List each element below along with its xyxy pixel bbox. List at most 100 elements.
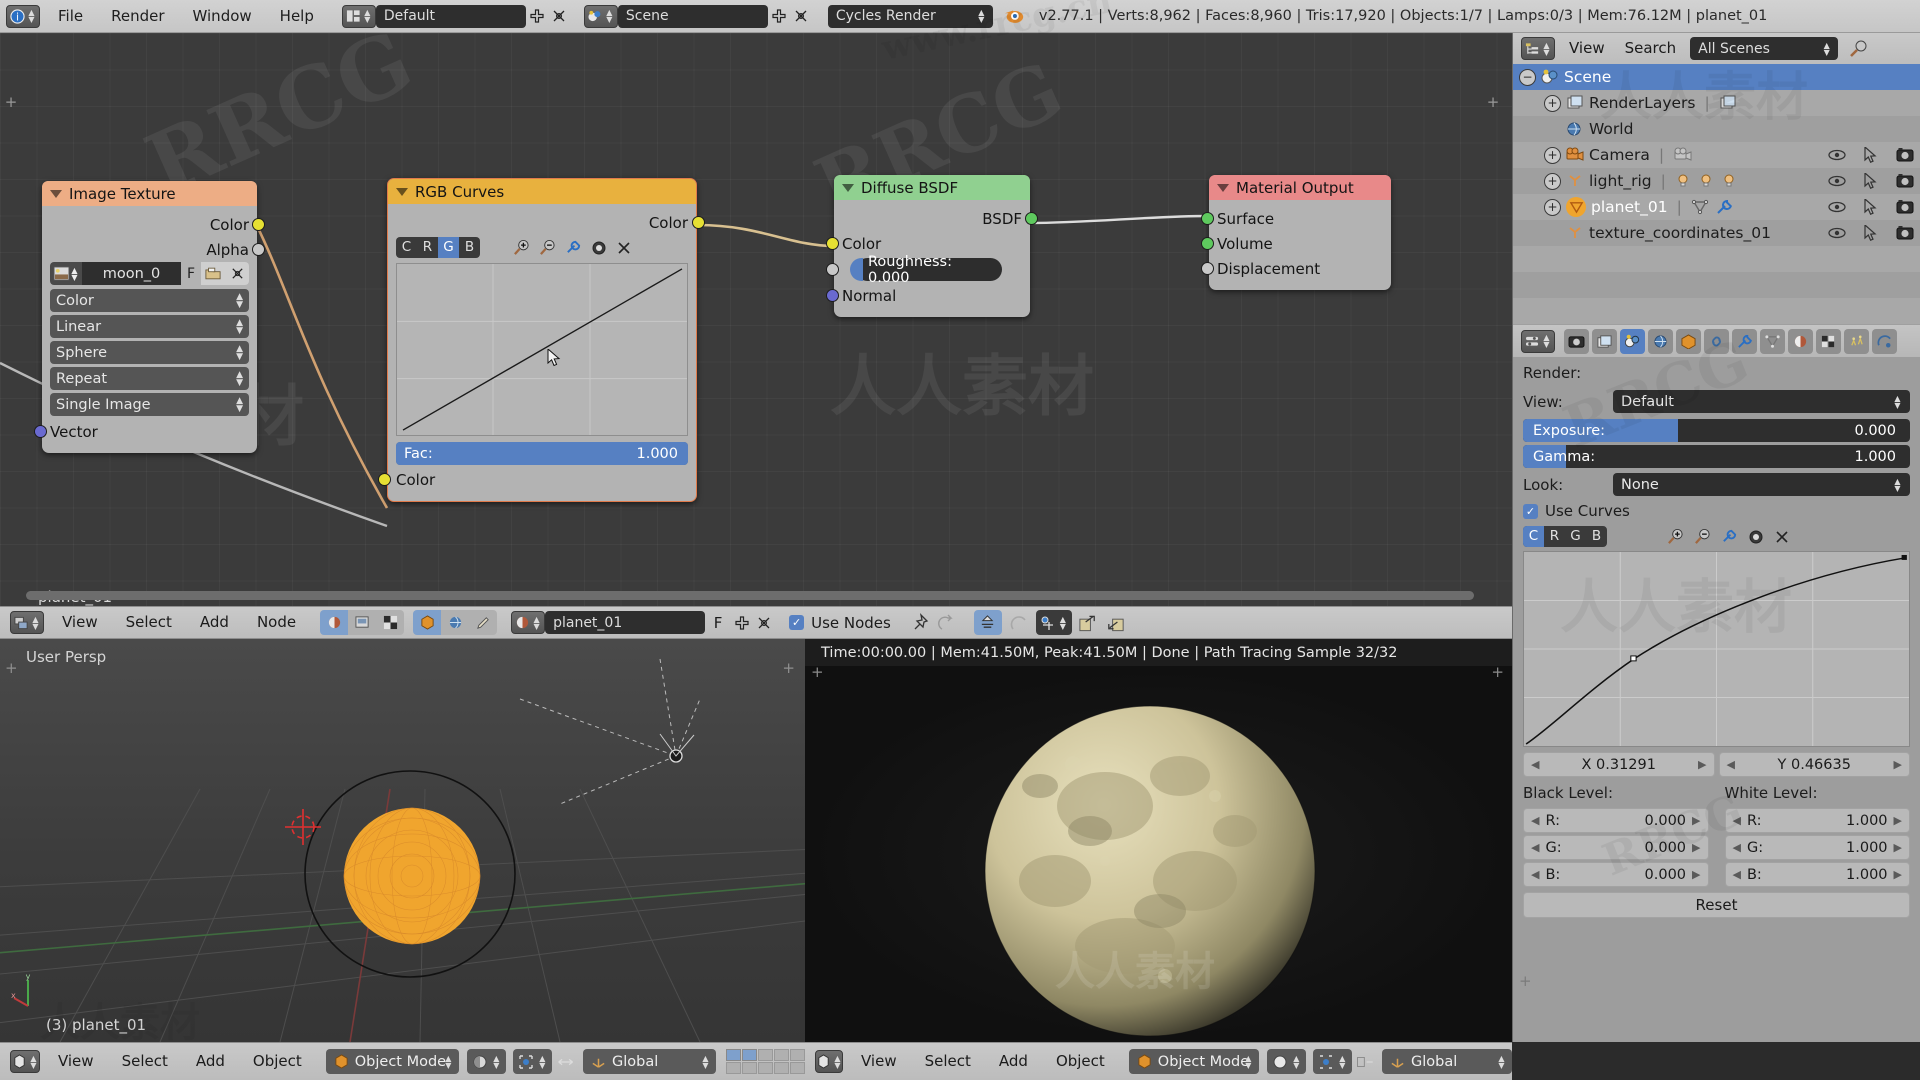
toolshelf-expand-left[interactable]: + xyxy=(5,659,18,677)
snap-element-selector[interactable]: ▲ ▼ xyxy=(1035,610,1072,635)
bsdf-output-socket[interactable] xyxy=(1025,212,1038,225)
scene-icon[interactable]: ▲ ▼ xyxy=(583,4,618,28)
increment-arrow-icon[interactable]: ▶ xyxy=(1894,814,1902,827)
source-dropdown[interactable]: Single Image ▲ ▼ xyxy=(50,393,249,416)
manipulator-icon[interactable] xyxy=(556,1052,575,1072)
material-name-field[interactable]: planet_01 xyxy=(545,611,706,634)
toolshelf-expand-right[interactable]: + xyxy=(782,659,795,677)
collapse-triangle-icon[interactable] xyxy=(50,189,62,198)
decrement-arrow-icon[interactable]: ◀ xyxy=(1531,868,1539,881)
use-nodes-toggle[interactable]: ✓ Use Nodes xyxy=(789,614,891,632)
material-icon[interactable] xyxy=(320,610,349,635)
node-header[interactable]: Image Texture xyxy=(42,181,257,206)
increment-arrow-icon[interactable]: ▶ xyxy=(1692,841,1700,854)
transform-orientation-select[interactable]: Global ▲ ▼ xyxy=(1382,1049,1512,1074)
image-editor-icon[interactable]: ▲ ▼ xyxy=(815,1050,843,1073)
mesh-data-icon[interactable] xyxy=(1691,199,1709,215)
channel-r[interactable]: R xyxy=(417,237,438,258)
shader-target-group[interactable] xyxy=(413,610,498,635)
white-level-b[interactable]: ◀ B: 1.000 ▶ xyxy=(1724,862,1910,887)
channel-b[interactable]: B xyxy=(459,237,480,258)
unlink-material-button[interactable] xyxy=(753,612,775,634)
volume-input-socket[interactable] xyxy=(1201,237,1214,250)
menu-object[interactable]: Object xyxy=(1042,1045,1119,1078)
properties-tab-material[interactable] xyxy=(1788,328,1813,354)
roughness-input-socket[interactable] xyxy=(826,263,839,276)
channel-b[interactable]: B xyxy=(1586,526,1607,547)
fake-user-toggle[interactable]: F xyxy=(181,266,201,282)
restrict-toggles[interactable] xyxy=(1828,173,1914,189)
unlink-image-icon[interactable] xyxy=(225,262,249,285)
zoom-in-icon[interactable] xyxy=(513,239,530,256)
eye-icon[interactable] xyxy=(1828,226,1846,240)
collapse-triangle-icon[interactable] xyxy=(396,187,408,196)
menu-select[interactable]: Select xyxy=(112,606,186,639)
increment-arrow-icon[interactable]: ▶ xyxy=(1894,868,1902,881)
camera-data-icon[interactable] xyxy=(1673,147,1693,163)
black-level-r[interactable]: ◀ R: 0.000 ▶ xyxy=(1523,808,1709,833)
outliner-icon[interactable]: ▲ ▼ xyxy=(1521,37,1555,60)
new-material-button[interactable] xyxy=(731,612,753,634)
curve-point-y[interactable]: ◀ Y 0.46635 ▶ xyxy=(1718,752,1910,777)
expand-plus-icon[interactable]: + xyxy=(1544,94,1561,112)
fac-slider[interactable]: Fac: 1.000 xyxy=(396,442,688,465)
increment-arrow-icon[interactable]: ▶ xyxy=(1894,758,1902,771)
black-level-b[interactable]: ◀ B: 0.000 ▶ xyxy=(1523,862,1709,887)
clipping-icon[interactable] xyxy=(591,240,607,256)
menu-select[interactable]: Select xyxy=(911,1045,985,1078)
magnifier-icon[interactable] xyxy=(1848,39,1870,59)
decrement-arrow-icon[interactable]: ◀ xyxy=(1727,758,1735,771)
3d-view-icon[interactable]: ▲ ▼ xyxy=(10,1050,40,1073)
surface-input-socket[interactable] xyxy=(1201,212,1214,225)
interpolation-dropdown[interactable]: Linear ▲ ▼ xyxy=(50,315,249,338)
decrement-arrow-icon[interactable]: ◀ xyxy=(1531,814,1539,827)
pivot-point-select[interactable]: ▲ ▼ xyxy=(1312,1049,1352,1074)
diffuse-bsdf-node[interactable]: Diffuse BSDF BSDF Color Roughness: 0.000 xyxy=(826,175,1038,317)
delete-screen-button[interactable] xyxy=(548,5,570,27)
properties-tab-constraints[interactable] xyxy=(1704,328,1729,354)
increment-arrow-icon[interactable]: ▶ xyxy=(1894,841,1902,854)
node-editor-icon[interactable]: ▲ ▼ xyxy=(10,611,44,634)
roughness-slider[interactable]: Roughness: 0.000 xyxy=(856,254,1002,286)
shader-type-group[interactable] xyxy=(320,610,405,635)
menu-view[interactable]: View xyxy=(48,606,112,639)
tools-icon[interactable] xyxy=(1721,528,1738,545)
white-level-g[interactable]: ◀ G: 1.000 ▶ xyxy=(1724,835,1910,860)
renderlayer-icon[interactable] xyxy=(1719,95,1737,111)
channel-c[interactable]: C xyxy=(1523,526,1544,547)
zoom-out-icon[interactable] xyxy=(539,239,556,256)
collapse-triangle-icon[interactable] xyxy=(1217,183,1229,192)
properties-tab-particles[interactable] xyxy=(1844,328,1869,354)
channel-g[interactable]: G xyxy=(438,237,459,258)
collapse-minus-icon[interactable]: − xyxy=(1519,68,1536,86)
image-datablock-field[interactable]: ▲ ▼ moon_0 F xyxy=(50,262,249,285)
eye-icon[interactable] xyxy=(1828,200,1846,214)
outliner-item-planet-01[interactable]: + planet_01 | xyxy=(1513,194,1920,220)
render-result-view[interactable]: Time:00:00.00 | Mem:41.50M, Peak:41.50M … xyxy=(805,639,1512,1042)
camera-render-icon[interactable] xyxy=(1896,147,1914,163)
copy-icon[interactable] xyxy=(1078,613,1099,633)
alpha-output-socket[interactable] xyxy=(252,243,265,256)
white-level-r[interactable]: ◀ R: 1.000 ▶ xyxy=(1724,808,1910,833)
decrement-arrow-icon[interactable]: ◀ xyxy=(1733,868,1741,881)
interaction-mode-select[interactable]: Object Mode ▲ ▼ xyxy=(325,1049,459,1074)
channel-c[interactable]: C xyxy=(396,237,417,258)
outliner-item-renderlayers[interactable]: + RenderLayers | xyxy=(1513,90,1920,116)
delete-icon[interactable] xyxy=(616,240,632,256)
image-name[interactable]: moon_0 xyxy=(82,262,181,285)
panel-expand-icon[interactable]: + xyxy=(1519,972,1532,990)
world-icon[interactable] xyxy=(348,610,377,635)
node-header[interactable]: Diffuse BSDF xyxy=(834,175,1030,200)
curve-point-x[interactable]: ◀ X 0.31291 ▶ xyxy=(1523,752,1715,777)
restrict-toggles[interactable] xyxy=(1828,147,1914,163)
expand-plus-icon[interactable]: + xyxy=(1544,198,1561,216)
restrict-toggles[interactable] xyxy=(1828,199,1914,215)
material-datablock-icon[interactable]: ▲ ▼ xyxy=(511,611,546,634)
display-mode-select[interactable]: All Scenes ▲ ▼ xyxy=(1690,37,1839,60)
curve-channel-selector[interactable]: C R G B xyxy=(396,237,480,258)
go-to-parent-icon[interactable] xyxy=(936,613,956,633)
menu-view[interactable]: View xyxy=(44,1045,108,1078)
snap-node-icon[interactable] xyxy=(973,610,1002,635)
color-output-socket[interactable] xyxy=(692,216,705,229)
proportional-edit-icon[interactable] xyxy=(1008,613,1030,633)
